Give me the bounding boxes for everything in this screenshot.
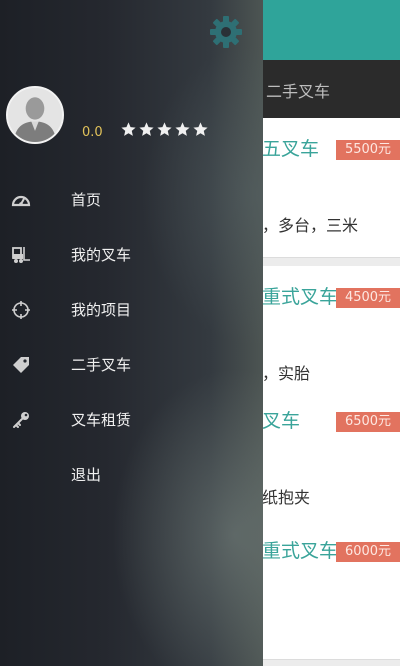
listing-title: 叉车 [262,410,301,432]
navigation-drawer: 0.0 首页 我的叉车 我的项目 二手叉车 叉车租赁 退出 [0,0,263,666]
listing-title: 重式叉车 [262,540,339,562]
menu-label: 二手叉车 [71,356,132,374]
tag-icon [13,357,29,373]
menu-label: 我的叉车 [71,246,132,264]
key-icon [13,412,29,428]
forklift-icon [12,247,30,263]
menu-item-forklift-rental[interactable]: 叉车租赁 [0,392,263,447]
crosshair-icon [12,301,30,319]
rating-stars [120,121,209,138]
menu-item-home[interactable]: 首页 [0,172,263,227]
user-score: 0.0 [82,125,103,140]
listing-price: 6500元 [336,412,400,432]
listing-price: 6000元 [336,542,400,562]
speedometer-icon [11,195,31,207]
tab-used-forklift[interactable]: 二手叉车 [266,78,330,102]
listing-desc: 纸抱夹 [262,488,311,507]
avatar[interactable] [6,86,64,144]
menu-item-my-projects[interactable]: 我的项目 [0,282,263,337]
listing-title: 五叉车 [262,138,320,160]
star-icon [121,122,136,136]
star-icon [175,122,190,136]
star-icon [139,122,154,136]
menu-label: 叉车租赁 [71,411,132,429]
listing-desc: ，多台，三米 [262,216,359,235]
listing-title: 重式叉车 [262,286,339,308]
menu-item-used-forklift[interactable]: 二手叉车 [0,337,263,392]
listing-desc: ，实胎 [262,364,311,383]
menu-label: 首页 [71,191,102,209]
menu-label: 我的项目 [71,301,132,319]
gear-icon[interactable] [208,14,244,50]
listing-price: 4500元 [336,288,400,308]
star-icon [157,122,172,136]
star-icon [193,122,208,136]
avatar-person-icon [8,88,62,142]
listing-price: 5500元 [336,140,400,160]
menu-item-logout[interactable]: 退出 [0,447,263,502]
menu-label: 退出 [71,466,102,484]
menu-item-my-forklift[interactable]: 我的叉车 [0,227,263,282]
